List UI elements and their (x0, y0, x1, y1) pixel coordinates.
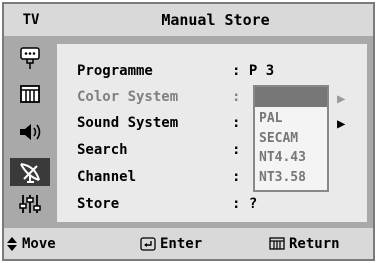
store-value: : ? (232, 196, 258, 212)
footer-bar: Move Enter Return (4, 228, 373, 259)
menu-row-search[interactable]: Search : (77, 142, 240, 162)
channel-value: : (232, 169, 241, 185)
footer-return-label: Return (289, 235, 340, 252)
menu-row-color-system: Color System : (77, 89, 240, 109)
menu-row-channel[interactable]: Channel : (77, 169, 240, 189)
channel-antenna-icon[interactable] (10, 158, 50, 186)
menu-panel: Programme : P 3 Color System : Sound Sys… (57, 44, 367, 222)
osd-menu-window: TV Manual Store Programme: P 3 Color Sy… (2, 2, 375, 261)
store-label: Store (77, 196, 120, 212)
tv-label: TV (22, 12, 40, 28)
dropdown-option-nt443[interactable]: NT4.43 (259, 150, 306, 165)
color-system-dropdown[interactable]: PAL SECAM NT4.43 NT3.58 (253, 85, 329, 192)
sound-speaker-icon[interactable] (10, 118, 50, 146)
return-menu-icon (269, 237, 285, 250)
dropdown-option-pal[interactable]: PAL (259, 111, 282, 126)
sound-system-arrow-icon: ▶ (337, 116, 346, 132)
programme-value: : P 3 (232, 63, 275, 79)
programme-label: Programme (77, 63, 153, 79)
color-system-label: Color System (77, 89, 179, 105)
search-label: Search (77, 142, 128, 158)
color-system-arrow-icon: ▶ (337, 91, 346, 107)
dropdown-highlight (255, 87, 327, 107)
header-bar: TV Manual Store (4, 4, 373, 36)
menu-row-sound-system[interactable]: Sound System : (77, 115, 240, 135)
search-value: : (232, 142, 241, 158)
channel-label: Channel (77, 169, 137, 185)
category-sidebar (10, 44, 50, 222)
page-title: Manual Store (161, 11, 270, 29)
enter-icon (140, 236, 156, 251)
dropdown-option-nt358[interactable]: NT3.58 (259, 170, 306, 185)
footer-enter-label: Enter (160, 235, 203, 252)
footer-enter: Enter (140, 228, 202, 259)
footer-return: Return (269, 228, 340, 259)
sound-system-value: : (232, 115, 241, 131)
picture-icon[interactable] (10, 80, 50, 108)
footer-move-label: Move (22, 235, 56, 252)
input-plug-icon[interactable] (10, 44, 50, 72)
setup-sliders-icon[interactable] (10, 190, 50, 218)
sound-system-label: Sound System (77, 115, 179, 131)
color-system-value: : (232, 89, 241, 105)
menu-row-store[interactable]: Store : ? (77, 196, 257, 216)
menu-row-programme[interactable]: Programme : P 3 (77, 63, 274, 83)
up-down-arrow-icon (7, 236, 17, 251)
dropdown-option-secam[interactable]: SECAM (259, 131, 298, 146)
footer-move: Move (6, 228, 56, 259)
